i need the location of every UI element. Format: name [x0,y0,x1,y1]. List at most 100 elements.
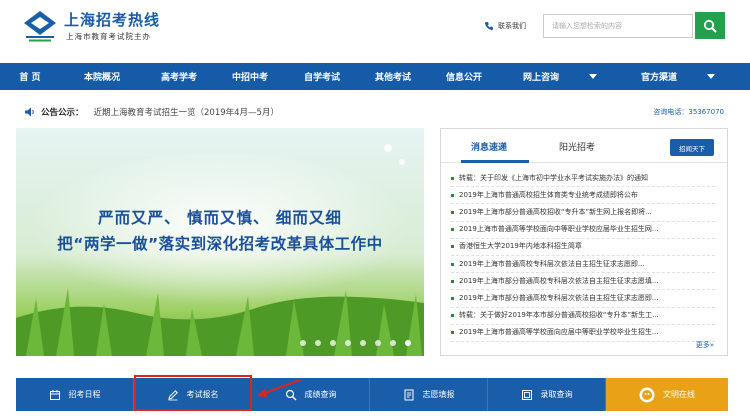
speaker-icon [25,107,34,117]
active-tab-indicator [461,160,529,163]
list-item-text: 2019年上海市普通高等学校面向应届中等职业学校毕业生招生... [459,328,659,337]
list-item[interactable]: 香港恒生大学2019年内地本科招生简章 [451,239,715,256]
bullet-icon [451,228,454,232]
carousel-dot[interactable] [300,340,306,346]
nav-label: 首 页 [19,73,41,83]
bullet-icon [451,210,454,214]
search-icon [703,19,717,32]
list-item[interactable]: 2019年上海市普通高校招生体育类专业统考成绩即将公布 [451,187,715,205]
quick-link-civilization-online[interactable]: 文明在线 [606,378,728,411]
list-item[interactable]: 2019上海市普通高等学校面向中等职业学校应届毕业生招生网... [451,222,715,239]
nav-label: 其他考试 [374,73,411,83]
list-item[interactable]: 转载：关于印发《上海市初中学业水平考试实施办法》的通知 [451,170,715,188]
banner-carousel[interactable]: 严而又严、 慎而又慎、 细而又细 把“两学一做”落实到深化招考改革具体工作中 [16,128,424,356]
chevron-down-icon [589,74,597,79]
news-panel: 消息速递 阳光招考 招闻天下 转载：关于印发《上海市初中学业水平考试实施办法》的… [440,128,728,356]
list-item-text: 2019年上海市部分普通高校招收“专升本”新生网上报名即将... [459,207,652,216]
news-tabs: 消息速递 阳光招考 招闻天下 [441,129,727,163]
banner-slogan-line1: 严而又严、 慎而又慎、 细而又细 [98,209,342,227]
bullet-icon [451,279,454,283]
announcement-link[interactable]: 近期上海教育考试招生一览（2019年4月—5月） [94,106,279,118]
nav-item-info-public[interactable]: 信息公开 [428,63,500,90]
nav-item-self-study[interactable]: 自学考试 [286,63,358,90]
nav-item-online-consult[interactable]: 网上咨询 [500,63,620,90]
nav-item-gaokao[interactable]: 高考学考 [144,63,214,90]
document-icon [521,389,532,400]
form-icon [404,389,413,400]
list-item-text: 2019年上海市部分普通高校专科层次依法自主招生征求志愿即... [459,293,659,302]
contact-label: 联系我们 [498,22,526,30]
bullet-icon [451,314,454,318]
list-item[interactable]: 2019年上海市普通高等学校面向应届中等职业学校毕业生招生... [451,325,715,342]
nav-label: 信息公开 [445,73,482,83]
list-item-text: 2019年上海市普通高校招生体育类专业统考成绩即将公布 [459,190,638,199]
list-item[interactable]: 2019年上海市部分普通高校专科层次依法自主招生征求志愿即... [451,290,715,308]
tab-sunshine-admission[interactable]: 阳光招考 [559,140,595,153]
list-item-text: 转载：关于做好2019年本市部分普通高校招收“专升本”新生工... [459,311,659,320]
nav-item-about[interactable]: 本院概况 [60,63,144,90]
nav-item-home[interactable]: 首 页 [0,63,60,90]
banner-slogan-line2: 把“两学一做”落实到深化招考改革具体工作中 [57,235,383,253]
hotline: 咨询电话：35367070 [653,108,724,116]
carousel-dots [300,340,411,346]
chevron-down-icon [707,74,715,79]
bullet-icon [451,245,454,249]
nav-label: 中招中考 [231,73,268,83]
quick-links-bar: 招考日程 考试报名 成绩查询 志愿填报 录取查询 文明在线 [16,378,728,411]
list-item-text: 转载：关于印发《上海市初中学业水平考试实施办法》的通知 [459,173,648,182]
carousel-dot[interactable] [360,340,366,346]
carousel-dot[interactable] [315,340,321,346]
arrow-icon [256,379,301,397]
quick-link-label: 成绩查询 [304,390,337,399]
news-list: 转载：关于印发《上海市初中学业水平考试实施办法》的通知 2019年上海市普通高校… [451,170,715,342]
carousel-dot[interactable] [375,340,381,346]
quick-link-label: 志愿填报 [422,390,455,399]
site-subtitle: 上海市教育考试院主办 [66,32,151,41]
nav-label: 高考学考 [160,73,197,83]
announcement-bar: 公告公示： 近期上海教育考试招生一览（2019年4月—5月） 咨询电话：3536… [24,104,724,120]
bullet-icon [451,296,454,300]
nav-item-official-channels[interactable]: 官方渠道 [620,63,736,90]
carousel-dot-active[interactable] [405,340,411,346]
contact-link[interactable]: 联系我们 [484,21,526,31]
tab-news-express[interactable]: 消息速递 [471,140,507,153]
list-item-text: 2019上海市普通高等学校面向中等职业学校应届毕业生招生网... [459,225,659,234]
bullet-icon [451,193,454,197]
nav-item-other-exams[interactable]: 其他考试 [358,63,428,90]
quick-link-label: 招考日程 [68,390,101,399]
list-item-text: 2019年上海市部分普通高校专科层次依法自主招生征求志愿填... [459,276,659,285]
search-button[interactable] [695,12,725,39]
carousel-dot[interactable] [330,340,336,346]
header: 上海招考热线 上海市教育考试院主办 联系我们 [0,0,750,60]
quick-link-label: 录取查询 [540,390,573,399]
list-item[interactable]: 2019年上海市普通高校专科层次依法自主招生征求志愿即... [451,256,715,274]
bullet-icon [451,331,454,335]
list-item[interactable]: 转载：关于做好2019年本市部分普通高校招收“专升本”新生工... [451,308,715,325]
nav-label: 网上咨询 [522,73,559,83]
calendar-icon [49,389,60,400]
site-title[interactable]: 上海招考热线 [64,9,160,30]
bullet-icon [451,176,454,180]
news-world-button[interactable]: 招闻天下 [670,139,714,156]
quick-link-application-fill[interactable]: 志愿填报 [370,378,488,411]
list-item[interactable]: 2019年上海市部分普通高校专科层次依法自主招生征求志愿填... [451,273,715,291]
quick-link-admission-query[interactable]: 录取查询 [488,378,606,411]
logo-icon[interactable] [18,10,62,44]
phone-icon [485,22,493,31]
announcement-label: 公告公示： [41,108,84,118]
carousel-dot[interactable] [345,340,351,346]
highlight-box [134,375,252,411]
more-link[interactable]: 更多» [696,340,714,350]
carousel-dot[interactable] [390,340,396,346]
search-input[interactable] [543,14,693,38]
quick-link-label: 文明在线 [663,390,695,399]
list-item[interactable]: 2019年上海市部分普通高校招收“专升本”新生网上报名即将... [451,204,715,222]
nav-label: 自学考试 [303,73,340,83]
bullet-icon [451,262,454,266]
list-item-text: 2019年上海市普通高校专科层次依法自主招生征求志愿即... [459,259,645,268]
nav-item-zhongkao[interactable]: 中招中考 [214,63,286,90]
list-item-text: 香港恒生大学2019年内地本科招生简章 [459,242,582,251]
quick-link-exam-schedule[interactable]: 招考日程 [16,378,134,411]
wenming-icon [639,387,655,402]
nav-label: 本院概况 [83,73,120,83]
